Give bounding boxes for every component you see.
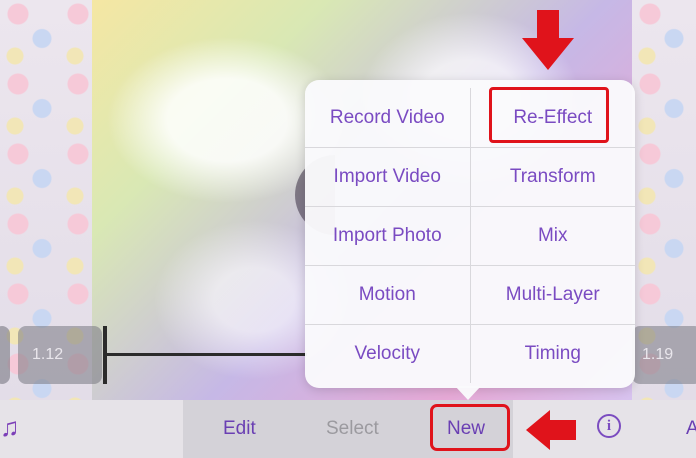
menu-item-motion[interactable]: Motion [305, 265, 471, 324]
timeline-clip-prev[interactable] [0, 326, 10, 384]
toolbar-item-partial[interactable]: A [686, 418, 696, 440]
re-effect-highlight [489, 87, 609, 143]
new-button-highlight [430, 404, 510, 451]
select-button[interactable]: Select [326, 418, 379, 440]
timeline-track [107, 353, 307, 356]
menu-item-timing[interactable]: Timing [470, 324, 635, 383]
menu-item-mix[interactable]: Mix [470, 206, 635, 265]
edit-button[interactable]: Edit [223, 418, 256, 440]
menu-item-import-photo[interactable]: Import Photo [305, 206, 471, 265]
menu-item-record-video[interactable]: Record Video [305, 88, 471, 147]
menu-row: Import Video Transform [305, 147, 635, 206]
popup-pointer [455, 386, 481, 400]
bottom-toolbar: ♫ Edit Select New A [0, 400, 696, 458]
music-note-icon[interactable]: ♫ [0, 412, 20, 443]
menu-row: Motion Multi-Layer [305, 265, 635, 324]
menu-item-import-video[interactable]: Import Video [305, 147, 471, 206]
menu-row: Import Photo Mix [305, 206, 635, 265]
menu-item-velocity[interactable]: Velocity [305, 324, 471, 383]
timeline-time-left: 1.12 [32, 346, 64, 363]
menu-item-transform[interactable]: Transform [470, 147, 635, 206]
info-icon[interactable]: i [597, 414, 621, 438]
arrow-down-icon [522, 10, 574, 70]
arrow-left-icon [526, 410, 576, 450]
menu-item-multi-layer[interactable]: Multi-Layer [470, 265, 635, 324]
timeline-time-right: 1.19 [642, 346, 674, 363]
menu-row: Velocity Timing [305, 324, 635, 383]
